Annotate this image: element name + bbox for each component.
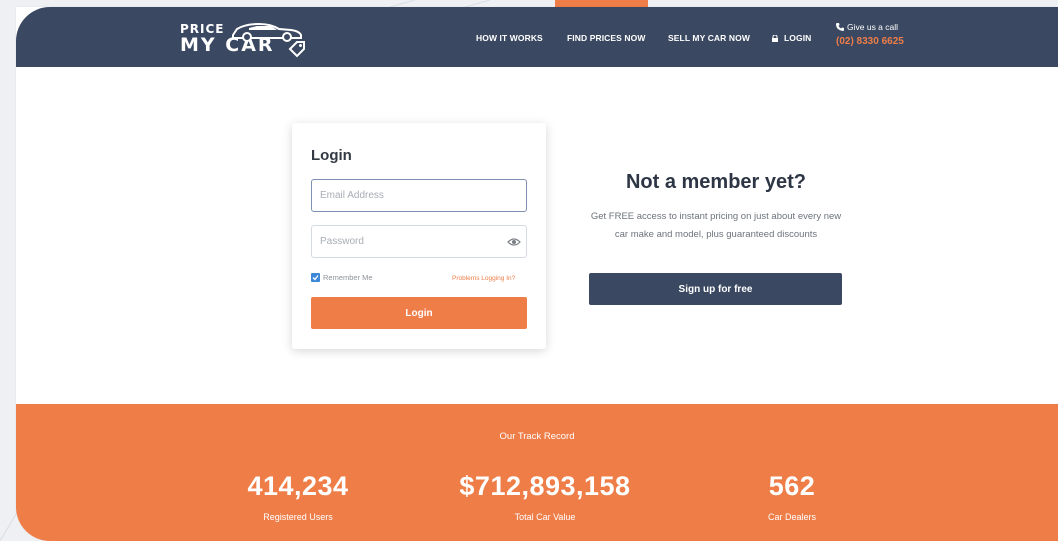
stat-total-car-value: $712,893,158 Total Car Value [445, 471, 645, 522]
site-logo[interactable]: PRICE MY CAR [180, 18, 310, 58]
password-field[interactable] [311, 225, 527, 258]
phone-icon [836, 23, 844, 31]
stat-value: $712,893,158 [459, 471, 631, 501]
remember-checkbox[interactable] [311, 273, 320, 282]
login-card: Login Remember Me Problems Logging In? L… [292, 123, 546, 349]
contact-phone: Give us a call (02) 8330 6625 [836, 22, 904, 47]
stat-value: 562 [768, 471, 816, 501]
call-number[interactable]: (02) 8330 6625 [836, 36, 904, 47]
promo-text: Get FREE access to instant pricing on ju… [590, 211, 842, 240]
car-icon [232, 22, 302, 42]
problems-logging-in-link[interactable]: Problems Logging In? [452, 275, 515, 282]
site-header: PRICE MY CAR HOW IT WORKS FIND PRICES NO… [16, 7, 1058, 67]
remember-me[interactable]: Remember Me [311, 273, 373, 282]
call-label-text: Give us a call [847, 22, 899, 32]
track-record-heading: Our Track Record [499, 431, 575, 442]
stat-car-dealers: 562 Car Dealers [692, 471, 892, 522]
browser-frame: PRICE MY CAR HOW IT WORKS FIND PRICES NO… [16, 7, 1058, 541]
nav-login-label: LOGIN [784, 33, 812, 43]
stat-label: Car Dealers [767, 512, 816, 522]
login-title: Login [311, 147, 352, 164]
promo-title: Not a member yet? [625, 171, 807, 193]
nav-sell-my-car-now[interactable]: SELL MY CAR NOW [668, 33, 750, 43]
stat-registered-users: 414,234 Registered Users [198, 471, 398, 522]
stat-value: 414,234 [247, 471, 349, 501]
eye-icon[interactable] [507, 237, 521, 247]
stat-label: Total Car Value [514, 512, 576, 522]
nav-login[interactable]: LOGIN [772, 33, 811, 43]
price-tag-icon [288, 41, 305, 58]
call-label: Give us a call [836, 22, 904, 32]
nav-how-it-works[interactable]: HOW IT WORKS [476, 33, 543, 43]
stat-label: Registered Users [263, 512, 333, 522]
nav-find-prices-now[interactable]: FIND PRICES NOW [567, 33, 645, 43]
checkmark-icon [312, 275, 319, 281]
remember-label: Remember Me [323, 273, 373, 282]
sign-up-button[interactable]: Sign up for free [589, 273, 842, 305]
email-field[interactable] [311, 179, 527, 212]
track-record-section: Our Track Record 414,234 Registered User… [16, 404, 1058, 541]
login-button[interactable]: Login [311, 297, 527, 329]
top-accent-tab [555, 0, 648, 7]
lock-icon [772, 35, 778, 42]
